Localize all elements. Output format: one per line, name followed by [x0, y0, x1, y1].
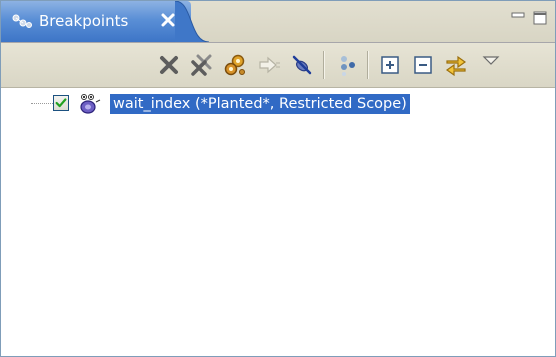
tab-edge	[175, 1, 210, 42]
minimize-icon[interactable]	[509, 9, 527, 27]
tree-row[interactable]: wait_index (*Planted*, Restricted Scope)	[1, 92, 555, 116]
gears-icon[interactable]	[223, 53, 247, 77]
collapse-all-icon[interactable]	[411, 53, 435, 77]
view-menu-triangle-icon[interactable]	[479, 49, 503, 73]
group-icon[interactable]	[335, 53, 359, 77]
toolbar-separator	[323, 51, 325, 79]
breakpoints-view-icon	[12, 14, 32, 28]
breakpoint-label[interactable]: wait_index (*Planted*, Restricted Scope)	[110, 94, 410, 114]
skip-breakpoints-icon[interactable]	[290, 53, 314, 77]
tree-connector	[31, 103, 53, 105]
breakpoint-enabled-checkbox[interactable]	[53, 95, 69, 111]
tab-title: Breakpoints	[39, 12, 129, 30]
expand-all-icon[interactable]	[378, 53, 402, 77]
remove-all-icon[interactable]	[190, 53, 214, 77]
breakpoints-tree: wait_index (*Planted*, Restricted Scope)	[1, 88, 555, 356]
watchpoint-icon	[80, 94, 101, 114]
toolbar-separator	[367, 51, 369, 79]
remove-x-icon[interactable]	[157, 53, 181, 77]
breakpoints-toolbar	[1, 43, 555, 88]
link-icon[interactable]	[444, 53, 468, 77]
maximize-icon[interactable]	[531, 9, 549, 27]
breakpoints-view: Breakpoints wait_index (*Planted*, Restr…	[0, 0, 556, 357]
arrow-right-icon[interactable]	[257, 53, 281, 77]
view-tab-strip: Breakpoints	[1, 1, 555, 43]
tab-breakpoints[interactable]: Breakpoints	[1, 1, 191, 42]
